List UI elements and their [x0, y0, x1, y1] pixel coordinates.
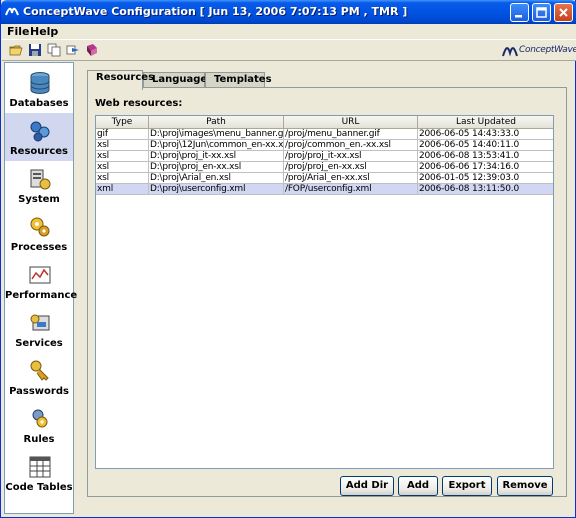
web-resources-label: Web resources: [95, 98, 183, 109]
cell-path: D:\proj\userconfig.xml [149, 184, 284, 195]
cell-path: D:\proj\proj_it-xx.xsl [149, 151, 284, 162]
cell-url: /FOP/userconfig.xml [284, 184, 418, 195]
sidebar-item-performance[interactable]: Performance [5, 257, 78, 305]
cell-url: /proj/Arial_en-xx.xsl [284, 173, 418, 184]
sidebar-label: Rules [23, 434, 55, 445]
table-row[interactable]: xsl D:\proj\12Jun\common_en-xx.xsl /proj… [96, 140, 553, 151]
add-dir-button[interactable]: Add Dir [340, 476, 394, 496]
remove-button[interactable]: Remove [497, 476, 553, 496]
resources-tab-panel: Web resources: Type Path URL Last Update… [87, 87, 567, 497]
cell-last-updated: 2006-06-05 14:40:11.0 [418, 140, 553, 151]
minimize-button[interactable] [510, 3, 529, 22]
add-button[interactable]: Add [398, 476, 438, 496]
sidebar-item-resources[interactable]: Resources [5, 113, 73, 161]
cell-url: /proj/common_en.-xx.xsl [284, 140, 418, 151]
app-logo-icon [5, 7, 19, 16]
forward-icon[interactable] [66, 43, 80, 57]
sidebar-label: Databases [9, 98, 69, 109]
cell-url: /proj/menu_banner.gif [284, 129, 418, 140]
sidebar-item-system[interactable]: System [5, 161, 73, 209]
cell-type: xsl [96, 173, 149, 184]
sidebar-label: Resources [9, 146, 69, 157]
sidebar-item-passwords[interactable]: Passwords [5, 353, 73, 401]
rules-icon [32, 409, 48, 428]
sidebar-label: Performance [5, 290, 78, 301]
copy-icon[interactable] [47, 43, 61, 57]
sidebar-item-code-tables[interactable]: Code Tables [5, 449, 73, 497]
sidebar-label: System [18, 194, 60, 205]
web-resources-table: Type Path URL Last Updated gif D:\proj\i… [95, 115, 554, 469]
toolbar: ConceptWave [2, 39, 576, 61]
table-row[interactable]: xsl D:\proj\proj_en-xx.xsl /proj/proj_en… [96, 162, 553, 173]
logo-text: ConceptWave [519, 45, 576, 55]
resources-icon [30, 121, 50, 142]
keys-icon [30, 360, 49, 381]
minimize-icon [515, 15, 522, 18]
close-button[interactable] [554, 3, 573, 22]
cell-last-updated: 2006-06-08 13:11:50.0 [418, 184, 553, 195]
table-row[interactable]: gif D:\proj\images\menu_banner.gif /proj… [96, 129, 553, 140]
book-icon[interactable] [85, 43, 99, 57]
column-header-type[interactable]: Type [96, 116, 149, 129]
cell-path: D:\proj\images\menu_banner.gif [150, 129, 284, 140]
cell-type: xsl [96, 162, 149, 173]
table-header: Type Path URL Last Updated [96, 116, 553, 129]
app-window: ConceptWave Configuration [ Jun 13, 2006… [0, 0, 576, 518]
window-title: ConceptWave Configuration [ Jun 13, 2006… [23, 5, 408, 18]
conceptwave-logo: ConceptWave [502, 44, 576, 58]
maximize-icon [536, 7, 547, 18]
sidebar-item-rules[interactable]: Rules [5, 401, 73, 449]
cell-type: xsl [96, 140, 149, 151]
sidebar: Databases Resources System Processes Per… [4, 62, 78, 514]
column-header-last-updated[interactable]: Last Updated [418, 116, 553, 129]
database-icon [30, 72, 50, 94]
main-panel: Resources Languages Templates Web resour… [78, 62, 573, 514]
logo-wave-icon [502, 47, 518, 57]
sidebar-label: Code Tables [5, 482, 73, 493]
title-bar[interactable]: ConceptWave Configuration [ Jun 13, 2006… [1, 0, 576, 24]
save-icon[interactable] [28, 43, 42, 57]
cell-url: /proj/proj_en-xx.xsl [284, 162, 418, 173]
close-icon [559, 8, 568, 17]
maximize-button[interactable] [532, 3, 551, 22]
export-button[interactable]: Export [442, 476, 492, 496]
cell-last-updated: 2006-06-05 14:43:33.0 [418, 129, 553, 140]
cell-type: gif [96, 129, 149, 140]
table-row[interactable]: xsl D:\proj\Arial_en.xsl /proj/Arial_en-… [96, 173, 553, 184]
menu-bar: File Help [2, 24, 576, 39]
processes-icon [30, 217, 50, 237]
cell-last-updated: 2006-01-05 12:39:03.0 [418, 173, 553, 184]
sidebar-item-services[interactable]: Services [5, 305, 73, 353]
table-body: gif D:\proj\images\menu_banner.gif /proj… [96, 129, 553, 195]
sidebar-label: Processes [10, 242, 68, 253]
column-header-url[interactable]: URL [284, 116, 418, 129]
performance-icon [29, 266, 51, 284]
code-tables-icon [29, 456, 51, 478]
cell-path: D:\proj\Arial_en.xsl [149, 173, 284, 184]
cell-path: D:\proj\proj_en-xx.xsl [149, 162, 284, 173]
cell-last-updated: 2006-06-08 13:53:41.0 [418, 151, 553, 162]
cell-path: D:\proj\12Jun\common_en-xx.xsl [150, 140, 284, 151]
column-header-path[interactable]: Path [149, 116, 284, 129]
tab-resources[interactable]: Resources [87, 70, 154, 90]
menu-help[interactable]: Help [30, 25, 58, 38]
sidebar-label: Services [15, 338, 63, 349]
sidebar-item-databases[interactable]: Databases [5, 65, 73, 113]
cell-last-updated: 2006-06-06 17:34:16.0 [418, 162, 553, 173]
system-icon [30, 169, 51, 190]
table-row-selected[interactable]: xml D:\proj\userconfig.xml /FOP/userconf… [96, 184, 553, 195]
cell-type: xsl [96, 151, 149, 162]
menu-file[interactable]: File [7, 25, 30, 38]
cell-url: /proj/proj_it-xx.xsl [284, 151, 418, 162]
cell-type: xml [96, 184, 149, 195]
open-folder-icon[interactable] [9, 43, 23, 57]
table-row[interactable]: xsl D:\proj\proj_it-xx.xsl /proj/proj_it… [96, 151, 553, 162]
services-icon [30, 314, 50, 331]
sidebar-label: Passwords [9, 386, 69, 397]
sidebar-item-processes[interactable]: Processes [5, 209, 73, 257]
